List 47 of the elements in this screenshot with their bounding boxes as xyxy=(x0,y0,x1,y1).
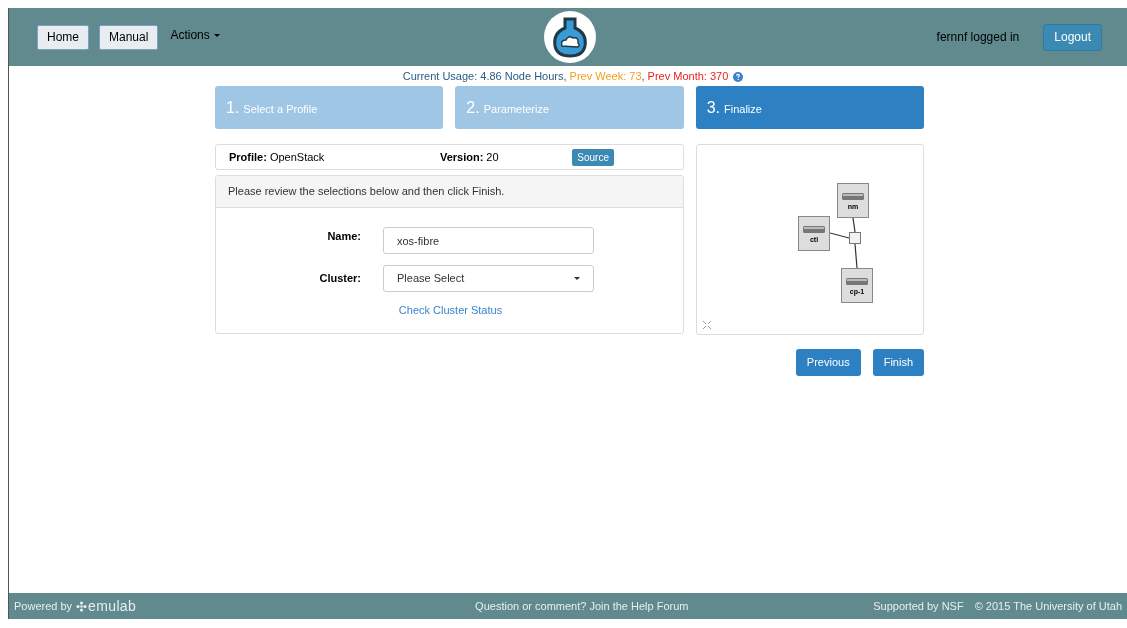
step-label: Parameterize xyxy=(483,101,550,117)
server-icon xyxy=(803,226,825,233)
prev-week-text: Prev Week: 73 xyxy=(569,69,642,85)
nav-button[interactable]: Home xyxy=(37,24,89,50)
profile-label: Profile: xyxy=(229,149,267,165)
flower-icon xyxy=(76,600,88,612)
wizard-step[interactable]: 3. Finalize xyxy=(695,86,924,129)
profile-value: OpenStack xyxy=(269,149,326,165)
name-label: Name: xyxy=(326,229,361,245)
version-value: 20 xyxy=(486,149,500,165)
user-status: fernnf logged in xyxy=(936,29,1020,46)
flask-logo-icon xyxy=(543,10,597,64)
cluster-select[interactable]: Please Select xyxy=(383,265,594,292)
switch-node xyxy=(849,232,861,244)
step-label: Finalize xyxy=(724,101,762,117)
help-icon[interactable] xyxy=(733,71,744,82)
step-number: 2. xyxy=(466,97,480,118)
expand-icon[interactable] xyxy=(702,320,712,330)
link-line xyxy=(830,232,850,239)
emulab-logo: emulab xyxy=(88,596,138,616)
wizard-button[interactable]: Previous xyxy=(795,349,861,376)
link-line xyxy=(854,243,858,269)
help-forum-link[interactable]: Question or comment? Join the Help Forum xyxy=(475,597,689,615)
caret-icon xyxy=(213,33,220,37)
name-field[interactable]: xos-fibre xyxy=(383,227,594,254)
source-button[interactable]: Source xyxy=(572,148,614,166)
step-number: 1. xyxy=(226,97,240,118)
cluster-status-link[interactable]: Check Cluster Status xyxy=(398,302,503,319)
step-number: 3. xyxy=(706,97,720,118)
version-label: Version: xyxy=(439,149,484,165)
cluster-label: Cluster: xyxy=(318,271,361,287)
instructions-text: Please review the selections below and then click Finish. xyxy=(228,184,505,200)
nav-button[interactable]: Manual xyxy=(99,24,159,50)
usage-text: Current Usage: 4.86 Node Hours, xyxy=(402,69,567,85)
nsf-text: Supported by NSF xyxy=(873,598,964,614)
powered-by-text: Powered by xyxy=(14,598,73,614)
separator-text: , xyxy=(641,69,645,85)
server-icon xyxy=(846,278,868,285)
prev-month-text: Prev Month: 370 xyxy=(647,69,729,85)
actions-menu[interactable]: Actions xyxy=(170,26,220,44)
caret-icon xyxy=(574,277,580,280)
server-icon xyxy=(842,193,864,200)
logout-button[interactable]: Logout xyxy=(1043,23,1102,51)
copyright-text: © 2015 The University of Utah xyxy=(974,598,1122,614)
link-line xyxy=(852,218,856,233)
step-label: Select a Profile xyxy=(243,101,318,117)
wizard-button[interactable]: Finish xyxy=(872,349,924,376)
